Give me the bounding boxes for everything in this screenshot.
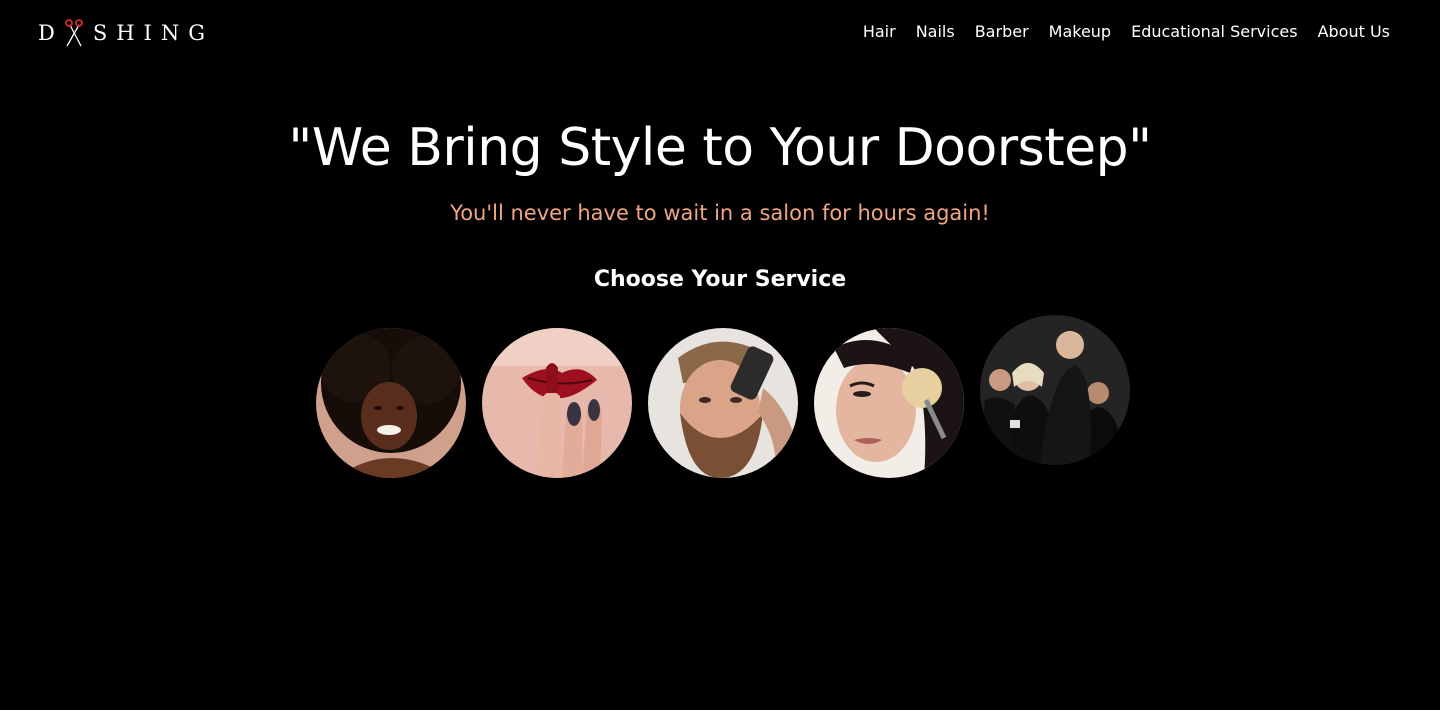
service-barber[interactable] (648, 328, 798, 478)
backstage-makeup-artists-photo (980, 315, 1130, 465)
logo[interactable]: D SHING (38, 18, 214, 48)
service-makeup[interactable] (814, 328, 964, 478)
nav-hair[interactable]: Hair (863, 22, 896, 41)
nav-makeup[interactable]: Makeup (1049, 22, 1111, 41)
service-nails[interactable] (482, 328, 632, 478)
scissors-icon (64, 19, 84, 47)
nav-about-us[interactable]: About Us (1318, 22, 1390, 41)
page: D SHING Hair Nails Barber Makeup Educati… (0, 0, 1440, 710)
hero-title: "We Bring Style to Your Doorstep" (288, 118, 1152, 178)
logo-letters-rest: SHING (92, 21, 214, 45)
red-lips-painted-nails-photo (482, 328, 632, 478)
logo-letter-d: D (38, 21, 64, 45)
nav-nails[interactable]: Nails (916, 22, 955, 41)
woman-with-afro-photo (316, 328, 466, 478)
woman-makeup-brush-photo (814, 328, 964, 478)
bearded-man-clipper-photo (648, 328, 798, 478)
main-nav: Hair Nails Barber Makeup Educational Ser… (863, 22, 1390, 41)
service-hair[interactable] (316, 328, 466, 478)
services-list (315, 315, 1135, 485)
service-educational[interactable] (980, 315, 1130, 465)
nav-educational-services[interactable]: Educational Services (1131, 22, 1297, 41)
nav-barber[interactable]: Barber (975, 22, 1029, 41)
services-heading: Choose Your Service (593, 267, 847, 292)
hero-subtitle: You'll never have to wait in a salon for… (450, 201, 990, 225)
